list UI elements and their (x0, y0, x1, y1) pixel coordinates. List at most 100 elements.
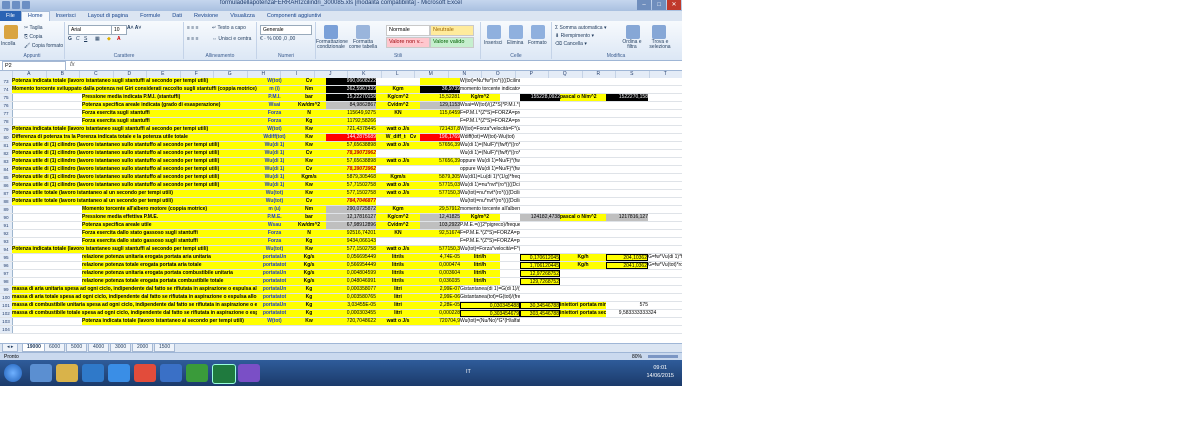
cell-p[interactable]: W(tot)=Nu*fw*(ro*((((Dcilindro^2)*PI.GRE… (460, 78, 520, 85)
media-taskbar-icon[interactable] (82, 364, 104, 382)
cell-t[interactable]: 324 (648, 310, 682, 317)
cell-p[interactable]: oppure Wu(di 1)=Nu/F)*(fw/f)*((ro*Vu(di … (460, 166, 520, 173)
cell-o[interactable]: 2,99E-07 (420, 286, 460, 294)
cell-p[interactable]: litri/h (460, 270, 500, 278)
cell-m[interactable]: 84,9862867 (326, 102, 376, 110)
cell-n2[interactable]: Kgm (376, 206, 420, 214)
cell-t[interactable]: G=fw*Vu(tot)*ro*fre (648, 262, 682, 269)
cell-m[interactable]: 9434,066143 (326, 238, 376, 246)
paste-button[interactable]: Incolla (1, 41, 15, 47)
cell-a[interactable]: Potenza utile di (1) cilindro (lavoro is… (12, 142, 257, 150)
cell-n2[interactable]: Cv/dm^2 (376, 102, 420, 110)
cell-o[interactable]: 129,1153 (420, 102, 460, 110)
insert-cells-icon[interactable] (487, 25, 501, 39)
cell-l[interactable]: Kw (292, 190, 326, 198)
cell-a[interactable] (12, 326, 257, 333)
cell-n2[interactable]: litri/s (376, 278, 420, 286)
cell-k[interactable]: portatatot (257, 310, 292, 318)
sheet-tab[interactable]: 1500 (154, 344, 176, 352)
tab-home[interactable]: Home (20, 11, 50, 21)
row-number[interactable]: 78 (0, 118, 13, 126)
cell-l[interactable]: Kg (292, 238, 326, 246)
cell-n2[interactable]: watt o J/s (376, 182, 420, 190)
cell-p[interactable]: litri/h (460, 254, 500, 262)
sheet-tab[interactable]: 2000 (132, 344, 154, 352)
clear-button[interactable]: ⌫ Cancella ▾ (555, 41, 587, 47)
cell-m[interactable]: 0,003580765 (326, 294, 376, 302)
column-header[interactable]: E (146, 71, 181, 78)
column-header[interactable]: B (46, 71, 80, 78)
cell-s[interactable]: 204,10362 (606, 254, 648, 262)
cell-k[interactable]: Wdiff(tot) (257, 134, 292, 142)
cell-a[interactable]: massa di combustibile unitaria spesa ad … (12, 302, 257, 310)
column-header[interactable]: H (247, 71, 281, 78)
align-left-icon[interactable]: ≡ ≡ ≡ (187, 36, 199, 42)
merge-center-button[interactable]: ⇔ Unisci e centra (212, 36, 251, 42)
cell-p[interactable]: Kg/m^2 (460, 214, 500, 222)
borders-icon[interactable]: ▦ (95, 36, 100, 42)
cell-n2[interactable]: watt o J/s (376, 318, 420, 326)
cell-a[interactable]: Potenza indicata totale (lavoro istantan… (82, 318, 257, 326)
cell-p[interactable]: Wu(tot)=Forza*velocità=F*(u/T) (460, 246, 520, 253)
cell-m[interactable]: 577,1502758 (326, 190, 376, 198)
cell-l[interactable]: Kw (292, 318, 326, 326)
cell-a[interactable]: massa di aria totale spesa ad ogni ciclo… (12, 294, 257, 302)
font-name-select[interactable]: Arial (68, 25, 112, 35)
paste-icon[interactable] (4, 25, 18, 39)
cell-a[interactable]: Momento torcente all'albero motore (copp… (82, 206, 257, 214)
row-number[interactable]: 98 (0, 278, 13, 286)
cell-m[interactable]: 0,000358077 (326, 286, 376, 294)
column-header[interactable]: P (515, 71, 549, 78)
fx-icon[interactable]: fx (70, 61, 75, 70)
cell-p[interactable]: W(tot)=Forza*velocità=F*(u/T) (460, 126, 520, 133)
cell-m[interactable]: 721,4378445 (326, 126, 376, 134)
autosum-button[interactable]: Σ Somma automatica ▾ (555, 25, 606, 31)
cell-m[interactable]: 78,39073962 (326, 166, 376, 174)
row-number[interactable]: 96 (0, 262, 13, 270)
cell-l[interactable]: Kw/dm^2 (292, 222, 326, 230)
cell-l[interactable]: Kw (292, 134, 326, 142)
sheet-tab[interactable]: 6000 (44, 344, 66, 352)
cell-p[interactable]: 0,030345488 (460, 302, 520, 310)
sheet-nav-arrows[interactable]: ◂ ▸ (2, 344, 19, 352)
undo-icon[interactable] (22, 1, 30, 9)
cell-m[interactable]: 990,0608222 (326, 78, 376, 86)
cell-a[interactable]: Potenza indicata totale (lavoro istantan… (12, 78, 257, 86)
cell-m[interactable]: 0,566954449 (326, 262, 376, 270)
cell-n2[interactable]: Cv/dm^2 (376, 222, 420, 230)
style-normale[interactable]: Normale (386, 25, 430, 36)
cell-o[interactable]: 2,28E-05 (420, 302, 460, 310)
cut-button[interactable]: ✂ Taglia (24, 25, 43, 31)
maximize-button[interactable]: □ (652, 0, 666, 10)
cell-n2[interactable]: watt o J/s (376, 246, 420, 254)
column-header[interactable]: J (314, 71, 348, 78)
chrome-taskbar-icon[interactable] (134, 364, 156, 382)
cell-n2[interactable]: watt o J/s (376, 158, 420, 166)
column-header[interactable]: M (414, 71, 449, 78)
cell-n2[interactable]: watt o J/s (376, 190, 420, 198)
cell-k[interactable]: Wsai (257, 102, 292, 110)
cell-m[interactable]: 5879,305468 (326, 174, 376, 182)
cell-l[interactable]: Cv (292, 198, 326, 206)
start-button-icon[interactable] (4, 364, 22, 382)
tab-insert[interactable]: Inserisci (50, 11, 82, 21)
cell-m[interactable]: 12,17816127 (326, 214, 376, 222)
cell-k[interactable]: Wu(di 1) (257, 174, 292, 182)
cell-l[interactable]: Kw/dm^2 (292, 102, 326, 110)
cell-l[interactable]: Kg (292, 302, 326, 310)
cell-l[interactable]: Kw (292, 182, 326, 190)
cell-a[interactable]: Forza esercita dallo stato gassoso sugli… (82, 238, 257, 246)
cell-l[interactable]: N (292, 230, 326, 238)
cell-p[interactable]: Kg/m^2 (460, 94, 500, 102)
cell-l[interactable]: Kg/s (292, 270, 326, 278)
column-header[interactable]: G (213, 71, 248, 78)
column-header[interactable]: I (280, 71, 315, 78)
insert-cells-button[interactable]: Inserisci (484, 40, 502, 46)
cell-a[interactable]: Potenza utile di (1) cilindro (lavoro is… (12, 150, 257, 158)
cell-a[interactable]: relazione potenza totale erogata portata… (82, 262, 257, 270)
style-valore-valido[interactable]: Valore valido (430, 37, 474, 48)
column-header[interactable]: C (79, 71, 114, 78)
column-header[interactable]: N (448, 71, 482, 78)
cell-k[interactable]: P.M.E. (257, 214, 292, 222)
cell-k[interactable]: W(tot) (257, 126, 292, 134)
